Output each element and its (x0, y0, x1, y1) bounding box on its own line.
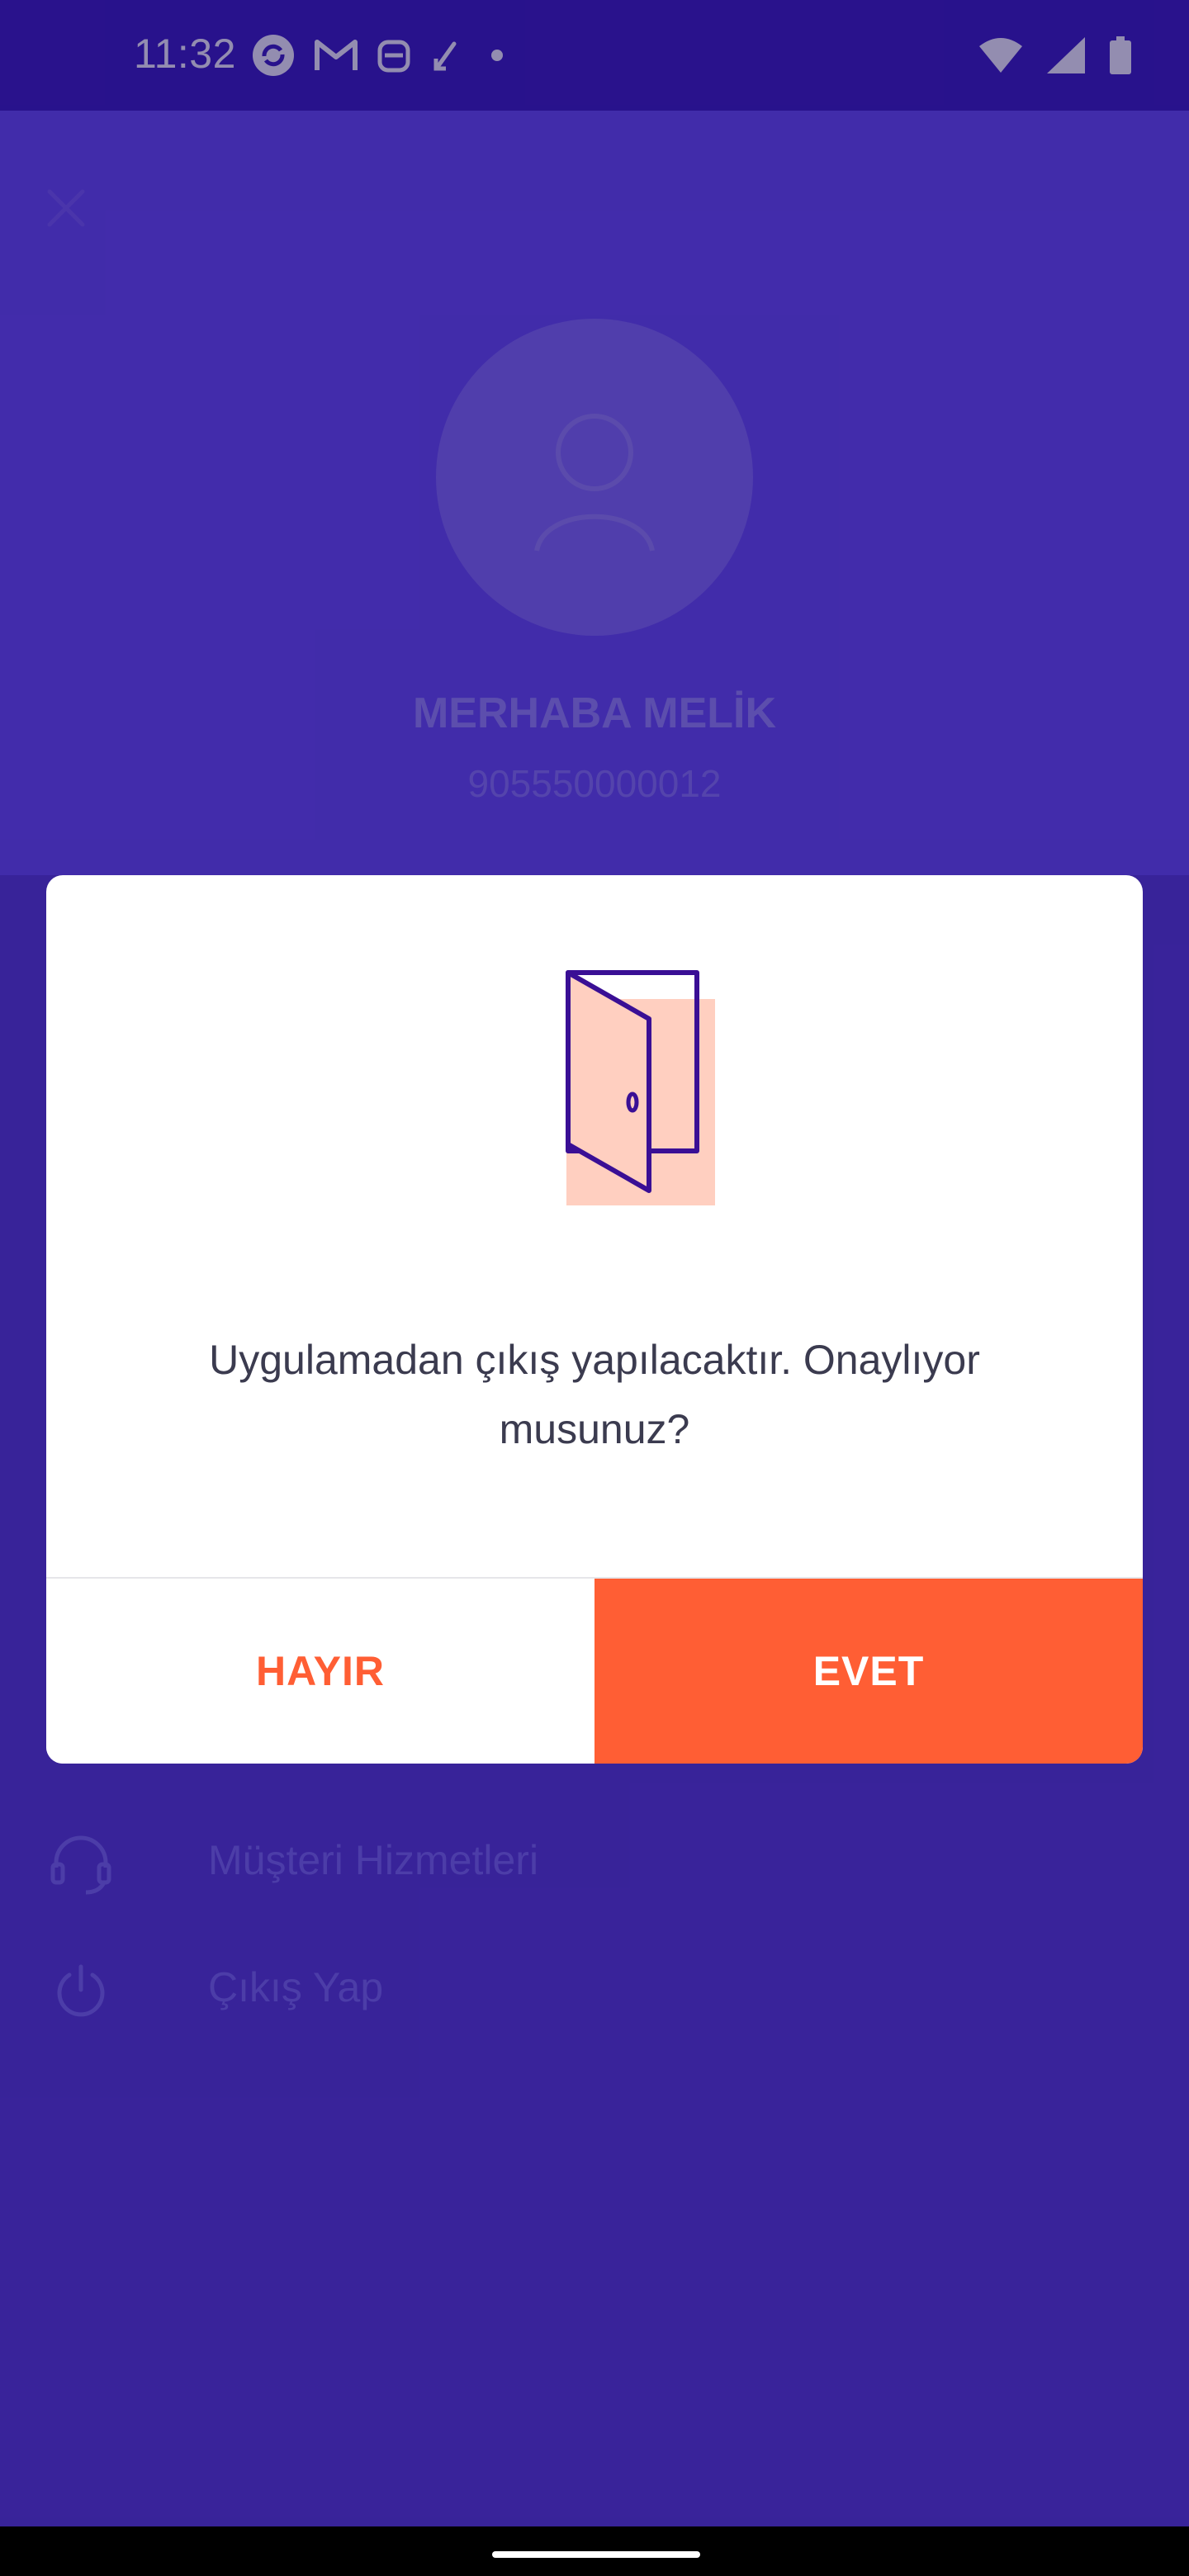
home-gesture-handle[interactable] (492, 2551, 700, 2558)
dialog-message: Uygulamadan çıkış yapılacaktır. Onaylıyo… (209, 1337, 980, 1452)
navigation-bar (0, 2526, 1189, 2576)
no-button[interactable]: HAYIR (46, 1579, 594, 1764)
door-icon (509, 966, 723, 1234)
yes-button[interactable]: EVET (594, 1579, 1143, 1764)
logout-confirm-dialog: Uygulamadan çıkış yapılacaktır. Onaylıyo… (46, 875, 1143, 1764)
